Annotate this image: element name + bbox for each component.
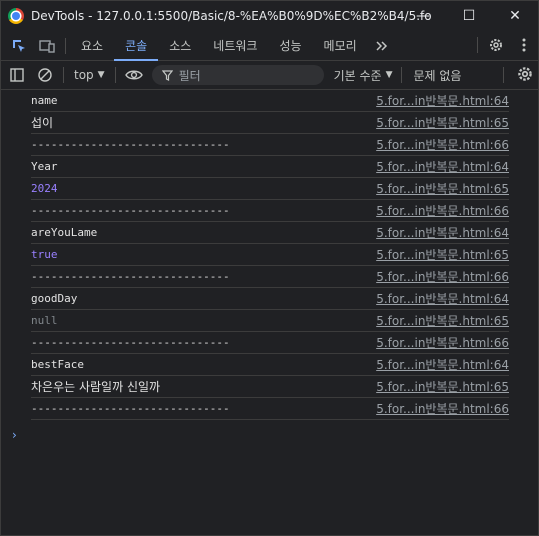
console-message-row: areYouLame 5.for...in반복문.html:64 — [31, 222, 509, 244]
source-link[interactable]: 5.for...in반복문.html:65 — [376, 246, 509, 263]
chrome-logo-icon — [8, 8, 24, 24]
console-message-text: null — [31, 314, 58, 327]
source-link[interactable]: 5.for...in반복문.html:65 — [376, 378, 509, 395]
console-message-row: ------------------------------ 5.for...in… — [31, 266, 509, 288]
source-link[interactable]: 5.for...in반복문.html:65 — [376, 180, 509, 197]
console-message-text: areYouLame — [31, 226, 98, 239]
console-message-text: goodDay — [31, 292, 78, 305]
live-expression-eye-icon[interactable] — [120, 61, 148, 89]
source-link[interactable]: 5.for...in반복문.html:64 — [376, 92, 509, 109]
log-levels-dropdown[interactable]: 기본 수준 ▼ — [334, 67, 393, 84]
chevron-down-icon: ▼ — [385, 70, 393, 80]
console-prompt-icon[interactable]: › — [12, 428, 17, 442]
tab-network[interactable]: 네트워크 — [202, 32, 268, 60]
filter-placeholder: 필터 — [178, 68, 201, 83]
console-message-text: ------------------------------ — [31, 204, 230, 217]
console-toolbar: top ▼ 필터 기본 수준 ▼ 문제 없음 — [1, 61, 538, 90]
source-link[interactable]: 5.for...in반복문.html:64 — [376, 356, 509, 373]
settings-gear-icon[interactable] — [482, 31, 510, 59]
tab-memory[interactable]: 메모리 — [313, 32, 368, 60]
console-message-row: true 5.for...in반복문.html:65 — [31, 244, 509, 266]
source-link[interactable]: 5.for...in반복문.html:66 — [376, 268, 509, 285]
console-message-row: 2024 5.for...in반복문.html:65 — [31, 178, 509, 200]
console-message-text: ------------------------------ — [31, 270, 230, 283]
device-toolbar-icon[interactable] — [33, 32, 61, 60]
filter-funnel-icon — [161, 69, 173, 81]
window-controls: — ☐ ✕ — [400, 1, 538, 31]
log-levels-label: 기본 수준 — [333, 68, 382, 83]
tab-bar-right — [473, 31, 538, 59]
sidebar-toggle-icon[interactable] — [3, 61, 31, 89]
more-tabs-icon[interactable] — [368, 32, 396, 60]
divider — [63, 67, 64, 83]
source-link[interactable]: 5.for...in반복문.html:66 — [376, 136, 509, 153]
console-message-text: 2024 — [31, 182, 58, 195]
console-message-row: 차은우는 사람일까 신일까 5.for...in반복문.html:65 — [31, 376, 509, 398]
source-link[interactable]: 5.for...in반복문.html:65 — [376, 312, 509, 329]
source-link[interactable]: 5.for...in반복문.html:66 — [376, 400, 509, 417]
tab-sources[interactable]: 소스 — [158, 32, 202, 60]
source-link[interactable]: 5.for...in반복문.html:64 — [376, 290, 509, 307]
console-message-row: null 5.for...in반복문.html:65 — [31, 310, 509, 332]
divider — [114, 67, 116, 83]
console-message-text: ------------------------------ — [31, 336, 230, 349]
console-message-text: bestFace — [31, 358, 84, 371]
console-message-text: Year — [31, 160, 58, 173]
issues-counter[interactable]: 문제 없음 — [414, 67, 462, 84]
console-message-text: name — [31, 94, 58, 107]
console-message-row: goodDay 5.for...in반복문.html:64 — [31, 288, 509, 310]
console-message-row: 섭이 5.for...in반복문.html:65 — [31, 112, 509, 134]
tab-performance[interactable]: 성능 — [268, 32, 312, 60]
devtools-tab-bar: 요소 콘솔 소스 네트워크 성능 메모리 — [1, 31, 538, 61]
console-message-row: name 5.for...in반복문.html:64 — [31, 90, 509, 112]
source-link[interactable]: 5.for...in반복문.html:64 — [376, 158, 509, 175]
minimize-button[interactable]: — — [400, 1, 446, 31]
chevron-down-icon: ▼ — [97, 70, 105, 80]
tab-console[interactable]: 콘솔 — [114, 32, 159, 61]
context-selector[interactable]: top ▼ — [68, 68, 111, 82]
inspect-element-icon[interactable] — [5, 32, 33, 60]
title-bar: DevTools - 127.0.0.1:5500/Basic/8-%EA%B0… — [1, 1, 538, 31]
context-label: top — [74, 68, 94, 82]
console-message-text: 차은우는 사람일까 신일까 — [31, 380, 161, 394]
window-title: DevTools - 127.0.0.1:5500/Basic/8-%EA%B0… — [31, 9, 431, 23]
console-log: name 5.for...in반복문.html:64 섭이 5.for...in반복문… — [31, 90, 509, 420]
divider — [400, 67, 402, 83]
filter-input[interactable]: 필터 — [151, 65, 324, 85]
divider — [477, 37, 478, 53]
close-button[interactable]: ✕ — [492, 1, 538, 31]
source-link[interactable]: 5.for...in반복문.html:65 — [376, 114, 509, 131]
console-message-row: bestFace 5.for...in반복문.html:64 — [31, 354, 509, 376]
divider — [65, 37, 66, 54]
console-message-text: true — [31, 248, 58, 261]
clear-console-icon[interactable] — [31, 61, 59, 89]
devtools-window: DevTools - 127.0.0.1:5500/Basic/8-%EA%B0… — [0, 0, 539, 536]
divider — [503, 67, 504, 83]
maximize-button[interactable]: ☐ — [446, 1, 492, 31]
console-message-row: ------------------------------ 5.for...in… — [31, 134, 509, 156]
source-link[interactable]: 5.for...in반복문.html:66 — [376, 202, 509, 219]
console-message-text: 섭이 — [31, 116, 54, 130]
source-link[interactable]: 5.for...in반복문.html:64 — [376, 224, 509, 241]
console-message-text: ------------------------------ — [31, 402, 230, 415]
kebab-menu-icon[interactable] — [510, 31, 538, 59]
console-settings-gear-icon[interactable] — [516, 65, 534, 83]
console-message-row: ------------------------------ 5.for...in… — [31, 398, 509, 420]
console-message-row: ------------------------------ 5.for...in… — [31, 200, 509, 222]
console-message-text: ------------------------------ — [31, 138, 230, 151]
source-link[interactable]: 5.for...in반복문.html:66 — [376, 334, 509, 351]
console-message-row: Year 5.for...in반복문.html:64 — [31, 156, 509, 178]
console-message-row: ------------------------------ 5.for...in… — [31, 332, 509, 354]
tab-elements[interactable]: 요소 — [70, 32, 114, 60]
